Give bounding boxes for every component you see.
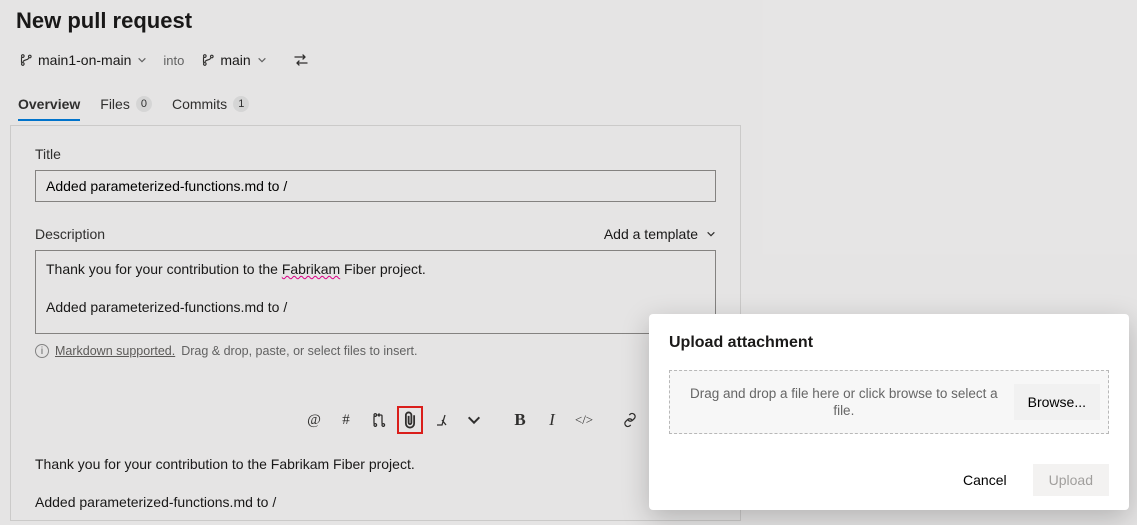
browse-button[interactable]: Browse... — [1014, 384, 1100, 420]
upload-attachment-modal: Upload attachment Drag and drop a file h… — [649, 314, 1129, 510]
dropzone-text: Drag and drop a file here or click brows… — [684, 385, 1004, 419]
file-dropzone[interactable]: Drag and drop a file here or click brows… — [669, 370, 1109, 434]
cancel-button[interactable]: Cancel — [947, 464, 1023, 496]
modal-title: Upload attachment — [669, 334, 1109, 352]
upload-button[interactable]: Upload — [1033, 464, 1109, 496]
